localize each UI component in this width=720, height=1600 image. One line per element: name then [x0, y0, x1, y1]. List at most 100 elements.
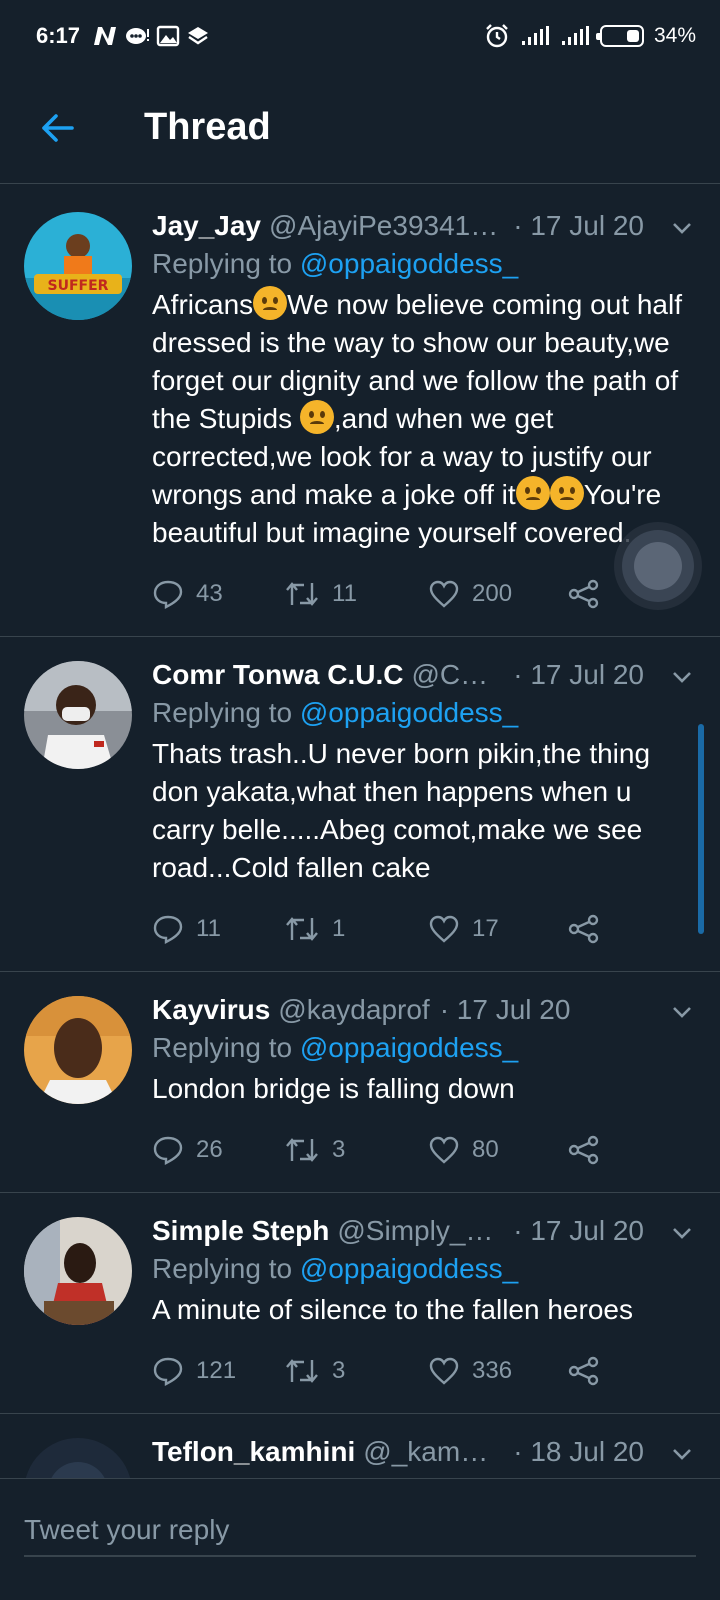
share-button[interactable]	[568, 914, 600, 944]
mention-link[interactable]: @oppaigoddess_	[300, 248, 518, 279]
reply-icon	[153, 580, 183, 609]
like-button[interactable]: 17	[428, 914, 568, 944]
author-name[interactable]: Comr Tonwa C.U.C	[152, 657, 403, 693]
author-handle[interactable]: @kaydaprof	[278, 992, 429, 1028]
reply-icon	[153, 1357, 183, 1386]
retweet-count: 3	[332, 1136, 346, 1163]
replying-to: Replying to @oppaigoddess_	[152, 1253, 519, 1284]
tweet-text: Africans We now believe coming out half d…	[152, 286, 696, 552]
chat-icon	[126, 28, 150, 44]
like-button[interactable]: 200	[428, 579, 568, 609]
retweet-button[interactable]: 11	[284, 579, 428, 609]
heart-icon	[429, 915, 459, 943]
tweet-date: · 18 Jul 20	[513, 1436, 644, 1467]
chevron-down-icon[interactable]	[670, 1442, 694, 1466]
like-count: 17	[472, 915, 499, 942]
retweet-button[interactable]: 3	[284, 1356, 428, 1386]
author-name[interactable]: Jay_Jay	[152, 208, 261, 244]
share-icon	[568, 1356, 599, 1386]
retweet-count: 11	[332, 580, 357, 607]
reply-icon	[153, 915, 183, 944]
tweet-text: London bridge is falling down	[152, 1073, 515, 1104]
page-title: Thread	[144, 106, 271, 148]
author-name[interactable]: Kayvirus	[152, 992, 270, 1028]
layers-icon	[188, 27, 209, 45]
scrollbar[interactable]	[698, 724, 704, 934]
tweet-text: A minute of silence to the fallen heroes	[152, 1294, 633, 1325]
reply-button[interactable]: 43	[152, 579, 284, 609]
steam-face-emoji-icon	[299, 400, 334, 434]
avatar[interactable]	[24, 996, 132, 1104]
chevron-down-icon[interactable]	[670, 1221, 694, 1245]
tweet-date: · 17 Jul 20	[513, 1215, 644, 1246]
thread-header: Thread	[0, 72, 720, 184]
alarm-icon	[486, 24, 508, 48]
chevron-down-icon[interactable]	[670, 1000, 694, 1024]
battery-icon	[595, 25, 644, 47]
tweet-date: · 17 Jul 20	[513, 210, 644, 241]
reply-button[interactable]: 26	[152, 1135, 284, 1165]
heart-icon	[429, 1357, 459, 1385]
image-icon	[156, 25, 180, 47]
like-count: 80	[472, 1136, 499, 1163]
retweet-icon	[286, 582, 318, 606]
heart-icon	[429, 1136, 459, 1164]
retweet-button[interactable]: 3	[284, 1135, 428, 1165]
chevron-down-icon[interactable]	[670, 665, 694, 689]
retweet-icon	[286, 1359, 318, 1383]
avatar[interactable]	[24, 661, 132, 769]
like-button[interactable]: 336	[428, 1356, 568, 1386]
retweet-count: 3	[332, 1357, 346, 1384]
share-icon	[568, 914, 599, 944]
status-time: 6:17	[36, 23, 81, 48]
frowning-emoji-icon	[253, 286, 288, 320]
replying-to: Replying to @oppaigoddess_	[152, 1032, 519, 1063]
tweet-actions: 26 3 80	[152, 1132, 696, 1168]
author-handle[interactable]: @Simply_…	[337, 1213, 493, 1249]
tweet[interactable]: SUFFER Jay_Jay @AjayiPe39341… · 17 Jul 2…	[0, 188, 720, 637]
tweet[interactable]: Kayvirus @kaydaprof · 17 Jul 20 Replying…	[0, 972, 720, 1193]
tweet[interactable]: Comr Tonwa C.U.C @Co… · 17 Jul 20 Replyi…	[0, 637, 720, 972]
signal-icon-2	[561, 26, 589, 45]
tweet-actions: 11 1 17	[152, 911, 696, 947]
retweet-count: 1	[332, 915, 346, 942]
tweet-feed[interactable]: SUFFER Jay_Jay @AjayiPe39341… · 17 Jul 2…	[0, 188, 720, 1506]
retweet-icon	[286, 917, 318, 941]
worried-emoji-icon	[549, 476, 584, 510]
share-button[interactable]	[568, 1135, 600, 1165]
share-button[interactable]	[568, 1356, 600, 1386]
author-handle[interactable]: @AjayiPe39341…	[269, 208, 498, 244]
mention-link[interactable]: @oppaigoddess_	[300, 697, 518, 728]
like-button[interactable]: 80	[428, 1135, 568, 1165]
mention-link[interactable]: @oppaigoddess_	[300, 1032, 518, 1063]
reply-count: 43	[196, 580, 223, 607]
share-button[interactable]	[568, 579, 600, 609]
floating-action-button[interactable]	[622, 530, 694, 602]
tweet-actions: 43 11 200	[152, 576, 696, 612]
battery-percent: 34%	[653, 24, 696, 47]
author-name[interactable]: Teflon_kamhini	[152, 1434, 355, 1470]
chevron-down-icon[interactable]	[670, 216, 694, 240]
worried-emoji-icon	[515, 476, 550, 510]
reply-count: 26	[196, 1136, 223, 1163]
svg-text:SUFFER: SUFFER	[48, 278, 109, 294]
like-count: 336	[472, 1357, 513, 1384]
retweet-button[interactable]: 1	[284, 914, 428, 944]
reply-count: 11	[196, 915, 221, 942]
mention-link[interactable]: @oppaigoddess_	[300, 1253, 518, 1284]
author-handle[interactable]: @Co…	[411, 657, 503, 693]
status-bar: 6:17 34%	[0, 0, 720, 72]
reply-icon	[153, 1136, 183, 1165]
tweet[interactable]: Simple Steph @Simply_… · 17 Jul 20 Reply…	[0, 1193, 720, 1414]
avatar[interactable]	[24, 1217, 132, 1325]
reply-count: 121	[196, 1357, 237, 1384]
signal-icon	[521, 26, 549, 45]
back-button[interactable]	[28, 98, 88, 158]
reply-button[interactable]: 121	[152, 1356, 284, 1386]
author-name[interactable]: Simple Steph	[152, 1213, 329, 1249]
reply-button[interactable]: 11	[152, 914, 284, 944]
reply-bar	[0, 1478, 720, 1600]
author-handle[interactable]: @_kamh…	[363, 1434, 503, 1470]
avatar[interactable]: SUFFER	[24, 212, 132, 320]
reply-input[interactable]	[24, 1505, 696, 1557]
